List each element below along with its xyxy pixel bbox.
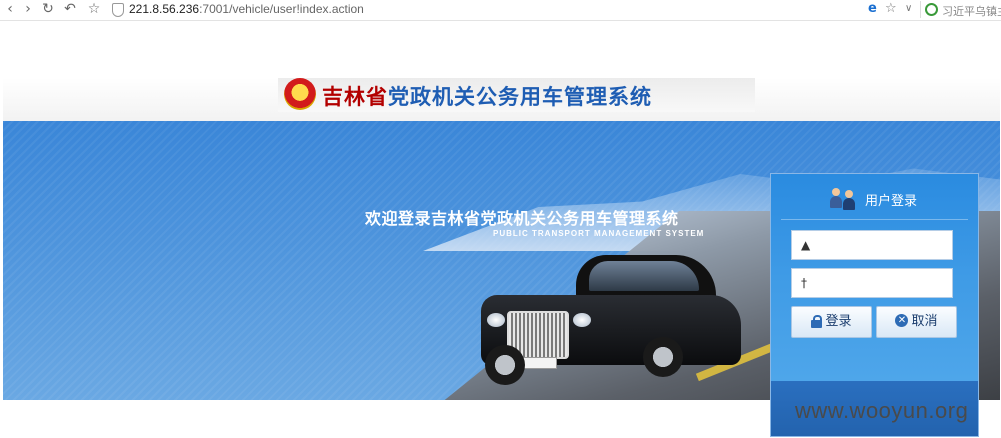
username-input[interactable] bbox=[820, 235, 952, 257]
page-header: 吉林省党政机关公务用车管理系统 bbox=[3, 78, 1000, 122]
username-field[interactable]: ▲ bbox=[791, 230, 953, 260]
national-emblem-icon bbox=[284, 78, 316, 110]
user-icon: ▲ bbox=[801, 238, 811, 252]
title-system: 党政机关公务用车管理系统 bbox=[388, 85, 652, 109]
cancel-icon: ✕ bbox=[895, 314, 909, 327]
welcome-heading: 欢迎登录吉林省党政机关公务用车管理系统 bbox=[365, 209, 679, 228]
lock-icon bbox=[811, 314, 823, 328]
welcome-subheading: PUBLIC TRANSPORT MANAGEMENT SYSTEM bbox=[493, 229, 705, 238]
login-title: 用户登录 bbox=[865, 194, 918, 209]
chevron-down-icon[interactable]: ∨ bbox=[905, 1, 912, 17]
search-box[interactable]: 习近平乌镇主 bbox=[920, 1, 1001, 18]
search-text: 习近平乌镇主 bbox=[942, 5, 1001, 18]
password-field[interactable]: † bbox=[791, 268, 953, 298]
cancel-button-label: 取消 bbox=[911, 314, 938, 329]
car-wheel-front bbox=[485, 345, 525, 385]
back-icon[interactable]: ‹ bbox=[2, 1, 18, 17]
users-icon bbox=[829, 186, 859, 210]
car-lamp-right bbox=[573, 313, 591, 327]
bookmark-star-icon[interactable]: ☆ bbox=[86, 1, 102, 17]
shield-icon bbox=[112, 3, 124, 17]
title-province: 吉林省 bbox=[322, 85, 388, 109]
login-divider bbox=[781, 219, 968, 220]
watermark: www.wooyun.org bbox=[795, 398, 969, 423]
browser-toolbar: ‹ › ↻ ↶ ☆ 221.8.56.236:7001/vehicle/user… bbox=[0, 0, 1001, 21]
reload-icon[interactable]: ↻ bbox=[40, 1, 56, 17]
cancel-button[interactable]: ✕ 取消 bbox=[876, 306, 957, 338]
key-icon: † bbox=[801, 276, 807, 290]
favorite-star-icon[interactable]: ☆ bbox=[885, 1, 897, 17]
car-image bbox=[481, 253, 761, 393]
password-input[interactable] bbox=[820, 273, 952, 295]
login-button[interactable]: 登录 bbox=[791, 306, 872, 338]
login-button-label: 登录 bbox=[825, 314, 852, 329]
forward-icon[interactable]: › bbox=[20, 1, 36, 17]
ie-icon[interactable]: e bbox=[868, 1, 877, 17]
address-bar[interactable]: 221.8.56.236:7001/vehicle/user!index.act… bbox=[108, 1, 860, 18]
title-plate: 吉林省党政机关公务用车管理系统 bbox=[278, 78, 755, 112]
undo-icon[interactable]: ↶ bbox=[62, 1, 78, 17]
car-wheel-rear bbox=[643, 337, 683, 377]
car-window bbox=[589, 261, 699, 291]
system-title: 吉林省党政机关公务用车管理系统 bbox=[322, 81, 652, 111]
car-lamp-left bbox=[487, 313, 505, 327]
url-text: 221.8.56.236:7001/vehicle/user!index.act… bbox=[129, 2, 364, 16]
search-icon bbox=[925, 3, 938, 16]
